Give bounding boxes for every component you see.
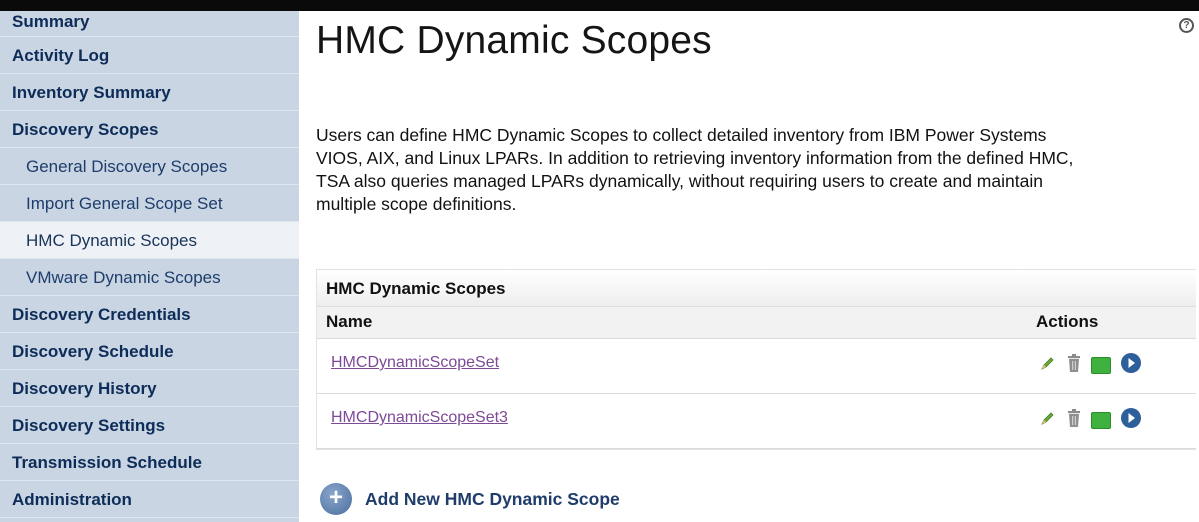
- table-header: Name Actions: [317, 307, 1196, 339]
- sidebar: Summary Activity Log Inventory Summary D…: [0, 11, 299, 522]
- description-line: VIOS, AIX, and Linux LPARs. In addition …: [316, 148, 1074, 168]
- green-square-icon[interactable]: [1091, 411, 1111, 429]
- column-header-name[interactable]: Name: [326, 307, 372, 337]
- description-line: multiple scope definitions.: [316, 194, 517, 214]
- page-title: HMC Dynamic Scopes: [316, 19, 712, 62]
- table-caption: HMC Dynamic Scopes: [317, 270, 1196, 307]
- sidebar-item-discovery-scopes[interactable]: Discovery Scopes: [0, 111, 299, 148]
- table-row: HMCDynamicScopeSet: [317, 339, 1196, 394]
- description-line: TSA also queries managed LPARs dynamical…: [316, 171, 1043, 191]
- table-row: HMCDynamicScopeSet3: [317, 394, 1196, 449]
- add-scope-button[interactable]: + Add New HMC Dynamic Scope: [320, 483, 620, 515]
- plus-circle-icon[interactable]: +: [320, 483, 352, 515]
- sidebar-subitem-vmware-dynamic-scopes[interactable]: VMware Dynamic Scopes: [0, 259, 299, 296]
- sidebar-subitem-hmc-dynamic-scopes[interactable]: HMC Dynamic Scopes: [0, 222, 299, 259]
- sidebar-item-inventory-summary[interactable]: Inventory Summary: [0, 74, 299, 111]
- page-description: Users can define HMC Dynamic Scopes to c…: [316, 124, 1196, 216]
- scopes-table: HMC Dynamic Scopes Name Actions HMCDynam…: [316, 269, 1196, 450]
- arrow-circle-icon[interactable]: [1120, 352, 1142, 379]
- add-scope-label[interactable]: Add New HMC Dynamic Scope: [365, 489, 620, 510]
- sidebar-item-discovery-credentials[interactable]: Discovery Credentials: [0, 296, 299, 333]
- top-border: [0, 0, 1199, 11]
- column-header-actions: Actions: [1036, 312, 1099, 331]
- sidebar-item-transmission-schedule[interactable]: Transmission Schedule: [0, 444, 299, 481]
- sidebar-item-summary[interactable]: Summary: [0, 11, 299, 37]
- scope-link[interactable]: HMCDynamicScopeSet: [331, 354, 499, 372]
- arrow-circle-icon[interactable]: [1120, 407, 1142, 434]
- sidebar-item-administration[interactable]: Administration: [0, 481, 299, 518]
- sidebar-item-discovery-schedule[interactable]: Discovery Schedule: [0, 333, 299, 370]
- sidebar-item-discovery-history[interactable]: Discovery History: [0, 370, 299, 407]
- sidebar-item-activity-log[interactable]: Activity Log: [0, 37, 299, 74]
- row-actions: [1039, 407, 1142, 434]
- sidebar-item-discovery-settings[interactable]: Discovery Settings: [0, 407, 299, 444]
- row-actions: [1039, 352, 1142, 379]
- sidebar-subitem-general-discovery-scopes[interactable]: General Discovery Scopes: [0, 148, 299, 185]
- help-icon[interactable]: ?: [1179, 18, 1194, 33]
- description-line: Users can define HMC Dynamic Scopes to c…: [316, 125, 1047, 145]
- green-square-icon[interactable]: [1091, 356, 1111, 374]
- trash-icon[interactable]: [1066, 353, 1082, 378]
- sidebar-subitem-import-general-scope-set[interactable]: Import General Scope Set: [0, 185, 299, 222]
- pencil-icon[interactable]: [1039, 409, 1057, 432]
- trash-icon[interactable]: [1066, 408, 1082, 433]
- pencil-icon[interactable]: [1039, 354, 1057, 377]
- main-content: HMC Dynamic Scopes ? Users can define HM…: [299, 11, 1199, 522]
- scope-link[interactable]: HMCDynamicScopeSet3: [331, 409, 508, 427]
